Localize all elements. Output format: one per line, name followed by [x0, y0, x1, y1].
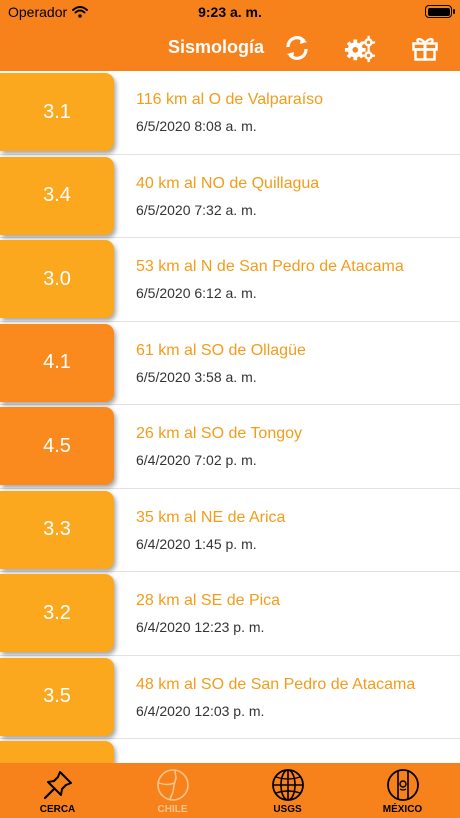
- earthquake-row[interactable]: 3.5 48 km al SO de San Pedro de Atacama 6/…: [0, 656, 460, 739]
- earthquake-row[interactable]: 4.5 26 km al SO de Tongoy 6/4/2020 7:02 p.…: [0, 405, 460, 489]
- globe-icon: [272, 769, 304, 801]
- earthquake-location: 26 km al SO de Tongoy: [136, 425, 303, 442]
- earthquake-row[interactable]: [0, 739, 460, 763]
- top-bar: Operador 9:23 a. m. Sismología: [0, 0, 460, 71]
- refresh-button[interactable]: [281, 32, 313, 64]
- earthquake-datetime: 6/4/2020 12:23 p. m.: [136, 619, 265, 635]
- earthquake-location: 48 km al SO de San Pedro de Atacama: [136, 675, 416, 693]
- status-time: 9:23 a. m.: [198, 4, 262, 20]
- settings-button[interactable]: [344, 32, 376, 64]
- magnitude-badge: 3.5: [0, 657, 114, 736]
- magnitude-badge: 4.1: [0, 323, 114, 402]
- tab-cerca[interactable]: CERCA: [0, 763, 115, 818]
- pin-icon: [43, 771, 72, 800]
- earthquake-location: 61 km al SO de Ollagüe: [136, 341, 306, 359]
- gift-icon: [412, 37, 438, 61]
- magnitude-badge: 3.3: [0, 490, 114, 569]
- earthquake-row[interactable]: 3.1 116 km al O de Valparaíso 6/5/2020 8:0…: [0, 71, 460, 155]
- earthquake-datetime: 6/4/2020 7:02 p. m.: [136, 452, 257, 468]
- tab-label: MÉXICO: [382, 804, 423, 815]
- refresh-icon: [286, 36, 308, 60]
- tab-usgs[interactable]: USGS: [230, 763, 345, 818]
- earthquake-row[interactable]: 3.2 28 km al SE de Pica 6/4/2020 12:23 p. …: [0, 572, 460, 656]
- magnitude-badge: 3.1: [0, 73, 114, 151]
- earthquake-location: 116 km al O de Valparaíso: [136, 91, 324, 108]
- earthquake-location: 28 km al SE de Pica: [136, 592, 281, 609]
- settings-gears-icon: [344, 35, 376, 63]
- magnitude-badge: 4.5: [0, 407, 114, 485]
- tab-label: CHILE: [157, 804, 188, 815]
- earthquake-row[interactable]: 3.4 40 km al NO de Quillagua 6/5/2020 7:32…: [0, 155, 460, 238]
- earthquake-row[interactable]: 3.0 53 km al N de San Pedro de Atacama 6/5…: [0, 238, 460, 322]
- page-title: Sismología: [168, 37, 265, 57]
- gift-button[interactable]: [409, 32, 441, 64]
- magnitude-badge: [0, 741, 114, 763]
- tab-label: USGS: [273, 804, 302, 815]
- chile-map-icon: [157, 769, 189, 801]
- earthquake-datetime: 6/5/2020 6:12 a. m.: [136, 285, 257, 301]
- earthquake-list[interactable]: 3.1 116 km al O de Valparaíso 6/5/2020 8:0…: [0, 71, 460, 763]
- earthquake-datetime: 6/5/2020 3:58 a. m.: [136, 368, 257, 385]
- earthquake-datetime: 6/4/2020 1:45 p. m.: [136, 535, 257, 552]
- earthquake-datetime: 6/4/2020 12:03 p. m.: [136, 702, 265, 719]
- earthquake-location: 53 km al N de San Pedro de Atacama: [136, 258, 404, 275]
- status-bar: Operador 9:23 a. m.: [0, 0, 460, 24]
- battery-icon: [425, 5, 455, 18]
- tab-bar: CERCA CHILE USGS MÉXICO: [0, 763, 460, 818]
- tab-mexico[interactable]: MÉXICO: [345, 763, 460, 818]
- earthquake-datetime: 6/5/2020 8:08 a. m.: [136, 118, 257, 134]
- tab-label: CERCA: [39, 804, 76, 815]
- earthquake-location: 40 km al NO de Quillagua: [136, 174, 320, 192]
- earthquake-datetime: 6/5/2020 7:32 a. m.: [136, 201, 257, 218]
- earthquake-location: 35 km al NE de Arica: [136, 508, 286, 526]
- nav-bar: Sismología: [0, 28, 460, 68]
- magnitude-badge: 3.2: [0, 574, 114, 652]
- earthquake-row[interactable]: 3.3 35 km al NE de Arica 6/4/2020 1:45 p. …: [0, 489, 460, 572]
- earthquake-row[interactable]: 4.1 61 km al SO de Ollagüe 6/5/2020 3:58 a…: [0, 322, 460, 405]
- magnitude-badge: 3.4: [0, 156, 114, 235]
- magnitude-badge: 3.0: [0, 240, 114, 318]
- tab-chile[interactable]: CHILE: [115, 763, 230, 818]
- mexico-flag-icon: [387, 769, 419, 801]
